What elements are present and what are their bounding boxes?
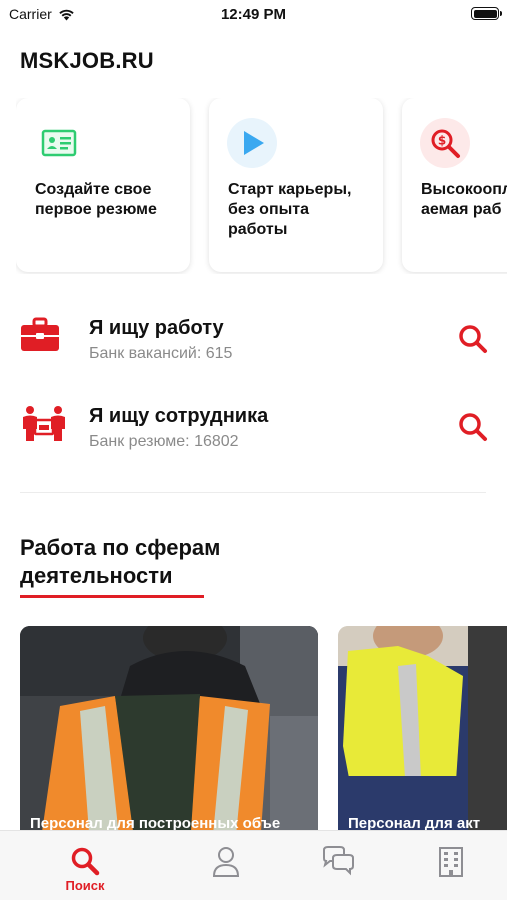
search-icon <box>71 847 100 876</box>
building-icon <box>439 847 463 877</box>
find-job-row[interactable]: Я ищу работу Банк вакансий: 615 <box>0 317 507 377</box>
tab-companies[interactable] <box>416 831 486 900</box>
category-caption: Персонал для акт <box>348 815 481 830</box>
category-card[interactable]: Персонал для построенных объе <box>20 626 318 830</box>
card-label: Высокоопл аемая раб <box>421 181 507 218</box>
divider <box>20 492 486 493</box>
card-label: Старт карьеры, без опыта работы <box>228 181 352 238</box>
user-icon <box>212 847 240 877</box>
section-underline <box>20 595 204 598</box>
team-icon <box>20 405 68 445</box>
category-caption: Персонал для построенных объе <box>30 815 281 830</box>
tab-search-label: Поиск <box>65 878 105 893</box>
tab-messages[interactable] <box>303 831 373 900</box>
status-time: 12:49 PM <box>220 6 287 23</box>
money-search-icon: $ <box>420 118 470 168</box>
card-label: Создайте свое первое резюме <box>35 181 157 218</box>
card-create-resume[interactable]: Создайте свое первое резюме <box>16 98 190 272</box>
chat-icon <box>323 846 354 876</box>
row-title: Я ищу работу <box>89 317 224 339</box>
id-card-icon <box>34 118 84 168</box>
row-subtitle: Банк резюме: 16802 <box>89 433 239 450</box>
tab-profile[interactable] <box>191 831 261 900</box>
svg-text:$: $ <box>438 134 446 148</box>
worker-photo <box>338 626 507 830</box>
row-title: Я ищу сотрудника <box>89 405 269 427</box>
brand-title: MSKJOB.RU <box>20 48 154 73</box>
worker-photo <box>20 626 318 830</box>
battery-icon <box>471 7 502 20</box>
category-card[interactable]: Персонал для акт <box>338 626 507 830</box>
promo-cards: Создайте свое первое резюме Старт карьер… <box>16 98 507 274</box>
status-bar: Carrier 12:49 PM <box>0 0 507 28</box>
row-subtitle: Банк вакансий: 615 <box>89 345 233 362</box>
category-carousel: Персонал для построенных объе Персонал д… <box>20 626 507 830</box>
section-title: Работа по сферам деятельности <box>20 535 221 588</box>
play-icon <box>227 118 277 168</box>
card-career-start[interactable]: Старт карьеры, без опыта работы <box>209 98 383 272</box>
find-employee-row[interactable]: Я ищу сотрудника Банк резюме: 16802 <box>0 405 507 465</box>
search-icon[interactable] <box>457 323 489 355</box>
tab-bar: Поиск <box>0 830 507 900</box>
search-icon[interactable] <box>457 411 489 443</box>
card-high-paid[interactable]: $ Высокоопл аемая раб <box>402 98 507 272</box>
briefcase-icon <box>20 317 68 357</box>
tab-search[interactable]: Поиск <box>50 831 120 900</box>
